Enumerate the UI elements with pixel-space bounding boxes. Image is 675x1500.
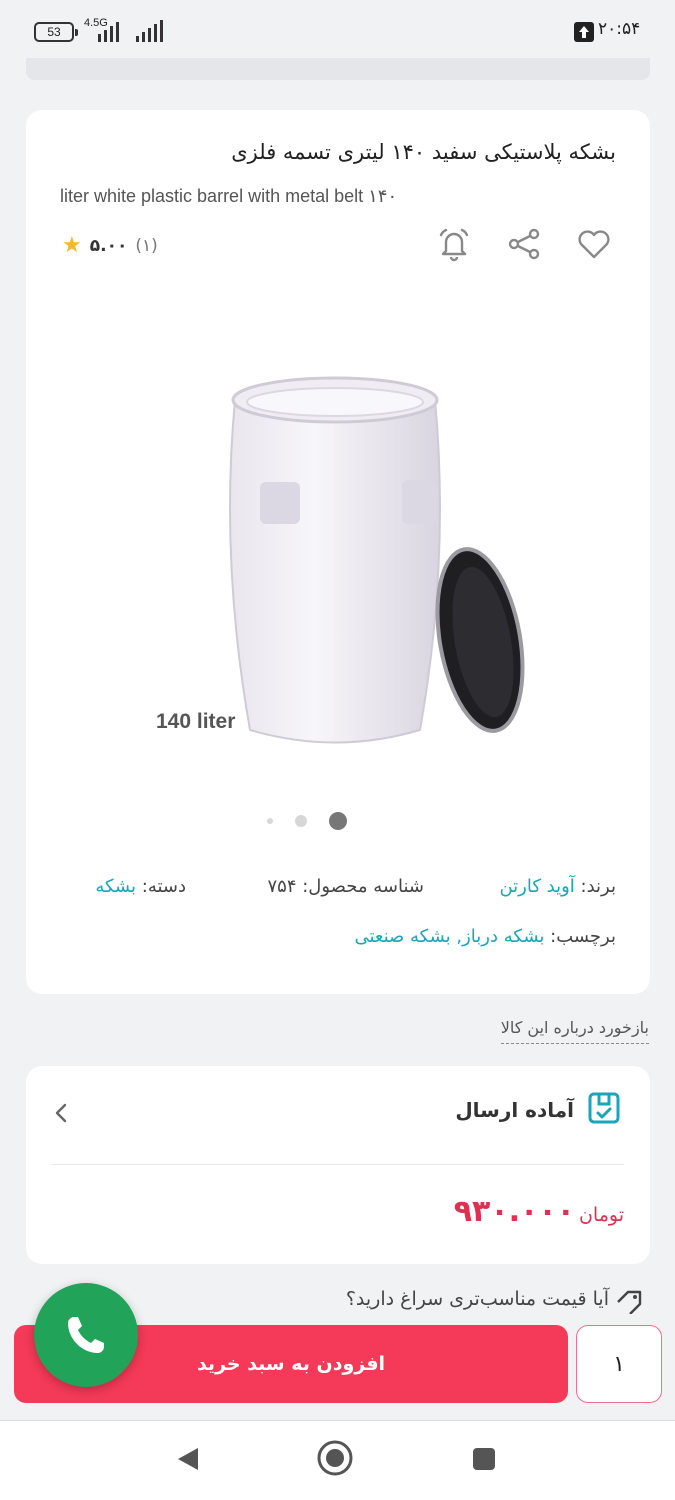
rating-score: ۵.۰۰ — [89, 236, 128, 256]
star-icon: ★ — [62, 233, 82, 258]
clock: ۲۰:۵۴ — [598, 19, 641, 39]
rating[interactable]: ★ ۵.۰۰ (۱) — [62, 233, 158, 258]
home-icon[interactable] — [316, 1439, 354, 1477]
image-caption: 140 liter — [156, 710, 236, 733]
product-actions — [434, 224, 614, 264]
box-check-icon — [588, 1092, 620, 1124]
brand-label: برند: — [580, 876, 616, 897]
product-title-english: liter white plastic barrel with metal be… — [60, 186, 398, 206]
tag-icon — [617, 1290, 642, 1314]
rating-count: (۱) — [135, 236, 158, 256]
upload-icon — [574, 22, 594, 42]
battery-indicator: 53 — [34, 22, 78, 42]
divider — [52, 1164, 624, 1165]
call-button[interactable] — [34, 1283, 138, 1387]
price-currency: تومان — [578, 1204, 624, 1226]
signal-icon — [136, 20, 163, 42]
price-amount: ۹۳۰.۰۰۰ — [453, 1194, 575, 1229]
tags-label: برچسب: — [550, 926, 616, 947]
carousel-dot[interactable] — [295, 815, 307, 827]
category-label: دسته: — [141, 876, 186, 897]
chevron-left-icon[interactable] — [54, 1102, 68, 1124]
feedback-link[interactable]: بازخورد درباره این کالا — [500, 1018, 649, 1044]
carousel-dot[interactable] — [267, 818, 273, 824]
image-carousel-dots — [267, 812, 347, 830]
product-title: بشکه پلاستیکی سفید ۱۴۰ لیتری تسمه فلزی — [231, 140, 616, 164]
signal-icon — [98, 20, 119, 42]
status-bar: 53 4.5G ۲۰:۵۴ — [0, 0, 675, 62]
shipping-card[interactable]: آماده ارسال تومان ۹۳۰.۰۰۰ — [26, 1066, 650, 1264]
category-link[interactable]: بشکه — [95, 876, 136, 897]
sku-info: شناسه محصول: ۷۵۴ — [267, 876, 424, 897]
quantity-input[interactable]: ۱ — [576, 1325, 662, 1403]
product-image[interactable] — [140, 360, 540, 770]
heart-icon[interactable] — [574, 224, 614, 264]
brand-link[interactable]: آوید کارتن — [499, 876, 574, 897]
tags-link[interactable]: بشکه درباز, بشکه صنعتی — [354, 926, 544, 947]
recent-apps-icon[interactable] — [470, 1445, 498, 1473]
share-icon[interactable] — [504, 224, 544, 264]
carousel-dot-active[interactable] — [329, 812, 347, 830]
category-info: دسته: بشکه — [95, 876, 186, 897]
header-strip — [26, 58, 650, 80]
better-price-hint[interactable]: آیا قیمت مناسب‌تری سراغ دارید؟ — [346, 1288, 609, 1310]
shipping-status: آماده ارسال — [455, 1098, 574, 1122]
system-nav-bar — [0, 1420, 675, 1500]
brand-info: برند: آوید کارتن — [499, 876, 616, 897]
product-card: بشکه پلاستیکی سفید ۱۴۰ لیتری تسمه فلزی l… — [26, 110, 650, 994]
tags-info: برچسب: بشکه درباز, بشکه صنعتی — [354, 926, 616, 947]
sku-label: شناسه محصول: — [302, 876, 424, 897]
sku-value: ۷۵۴ — [267, 876, 297, 897]
price: تومان ۹۳۰.۰۰۰ — [454, 1194, 624, 1229]
bell-icon[interactable] — [434, 224, 474, 264]
phone-icon — [68, 1317, 104, 1353]
back-icon[interactable] — [174, 1445, 202, 1473]
